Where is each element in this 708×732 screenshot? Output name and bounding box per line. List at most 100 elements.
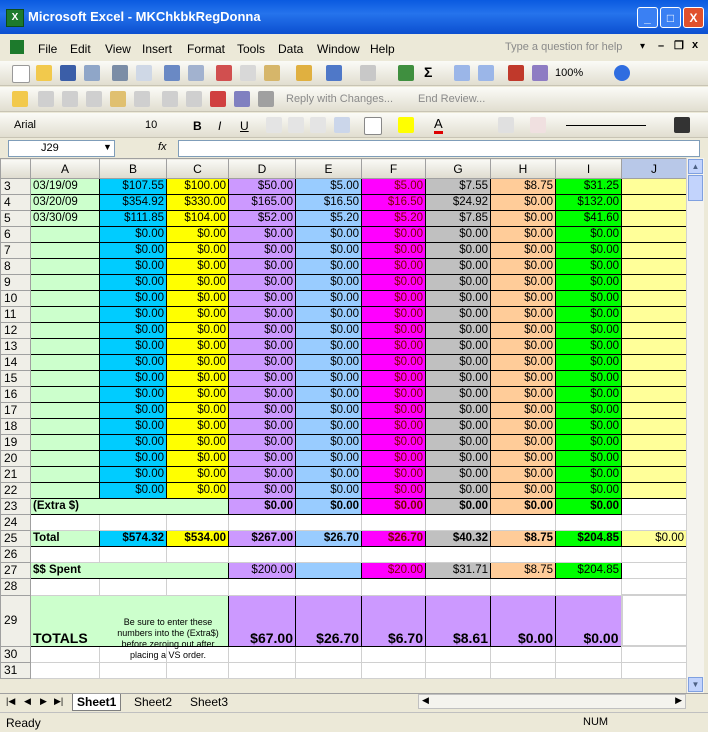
cell-c11[interactable]: $0.00 (166, 306, 229, 323)
cell-e7[interactable]: $0.00 (295, 242, 362, 259)
cell-e12[interactable]: $0.00 (295, 322, 362, 339)
cell-h11[interactable]: $0.00 (490, 306, 556, 323)
cell-e4[interactable]: $16.50 (295, 194, 362, 211)
cell-i16[interactable]: $0.00 (555, 386, 622, 403)
cell-f5[interactable]: $5.20 (361, 210, 426, 227)
cell-d5[interactable]: $52.00 (228, 210, 296, 227)
row-header[interactable]: 3 (0, 178, 31, 195)
cell-d16[interactable]: $0.00 (228, 386, 296, 403)
cell-g20[interactable]: $0.00 (425, 450, 491, 467)
minimize-button[interactable]: _ (637, 7, 658, 28)
cell-e22[interactable]: $0.00 (295, 482, 362, 499)
doc-restore-icon[interactable]: ❐ (674, 39, 684, 52)
cell-g5[interactable]: $7.85 (425, 210, 491, 227)
cell-a19[interactable] (30, 434, 100, 451)
review-icon-10[interactable] (258, 91, 274, 107)
cell-j27[interactable] (621, 562, 687, 579)
cell-a22[interactable] (30, 482, 100, 499)
cell-e3[interactable]: $5.00 (295, 178, 362, 195)
cell-h22[interactable]: $0.00 (490, 482, 556, 499)
menu-file[interactable]: File (38, 42, 57, 56)
cell-d14[interactable]: $0.00 (228, 354, 296, 371)
prev-sheet-icon[interactable]: ◀ (24, 696, 31, 707)
print-preview-icon[interactable] (136, 65, 152, 81)
empty-cell[interactable] (425, 514, 491, 531)
cell-f11[interactable]: $0.00 (361, 306, 426, 323)
zoom-select[interactable]: 100% (555, 67, 583, 79)
empty-cell[interactable] (228, 514, 296, 531)
last-sheet-icon[interactable]: ▶| (54, 696, 63, 707)
horizontal-scrollbar[interactable]: ◀ ▶ (418, 694, 686, 709)
cell-c17[interactable]: $0.00 (166, 402, 229, 419)
cell-b11[interactable]: $0.00 (99, 306, 167, 323)
research-icon[interactable] (188, 65, 204, 81)
spent-cell-f[interactable]: $20.00 (361, 562, 426, 579)
row-header[interactable]: 24 (0, 514, 31, 531)
align-left-icon[interactable] (266, 117, 282, 133)
row-header[interactable]: 23 (0, 498, 31, 515)
row-header[interactable]: 11 (0, 306, 31, 323)
empty-cell[interactable] (166, 578, 229, 596)
cell-f17[interactable]: $0.00 (361, 402, 426, 419)
cell-j22[interactable] (621, 482, 687, 499)
cell-e13[interactable]: $0.00 (295, 338, 362, 355)
align-right-icon[interactable] (310, 117, 326, 133)
spent-cell-e[interactable] (295, 562, 362, 579)
spent-cell-g[interactable]: $31.71 (425, 562, 491, 579)
menu-insert[interactable]: Insert (142, 42, 172, 56)
empty-cell[interactable] (295, 578, 362, 596)
drawing-icon[interactable] (532, 65, 548, 81)
cell-b7[interactable]: $0.00 (99, 242, 167, 259)
cell-h9[interactable]: $0.00 (490, 274, 556, 291)
empty-cell[interactable] (621, 645, 687, 663)
cell-j9[interactable] (621, 274, 687, 291)
empty-cell[interactable] (555, 514, 622, 531)
cell-i17[interactable]: $0.00 (555, 402, 622, 419)
spent-cell-h[interactable]: $8.75 (490, 562, 556, 579)
cell-a11[interactable] (30, 306, 100, 323)
scroll-thumb[interactable] (688, 175, 703, 201)
cell-d9[interactable]: $0.00 (228, 274, 296, 291)
cell-d3[interactable]: $50.00 (228, 178, 296, 195)
cell-h18[interactable]: $0.00 (490, 418, 556, 435)
cell-d17[interactable]: $0.00 (228, 402, 296, 419)
cell-b4[interactable]: $354.92 (99, 194, 167, 211)
cell-d8[interactable]: $0.00 (228, 258, 296, 275)
borders-icon[interactable] (364, 117, 382, 135)
cell-f21[interactable]: $0.00 (361, 466, 426, 483)
underline-button[interactable]: U (240, 119, 249, 133)
empty-cell[interactable] (99, 578, 167, 596)
cell-h17[interactable]: $0.00 (490, 402, 556, 419)
cell-g17[interactable]: $0.00 (425, 402, 491, 419)
extra-cell-d[interactable]: $0.00 (228, 498, 296, 515)
review-icon-7[interactable] (186, 91, 202, 107)
cell-b5[interactable]: $111.85 (99, 210, 167, 227)
cell-e6[interactable]: $0.00 (295, 226, 362, 243)
total-cell-g[interactable]: $40.32 (425, 530, 491, 547)
cell-d13[interactable]: $0.00 (228, 338, 296, 355)
empty-cell[interactable] (295, 662, 362, 679)
cell-e15[interactable]: $0.00 (295, 370, 362, 387)
row-header[interactable]: 14 (0, 354, 31, 371)
column-header-b[interactable]: B (99, 158, 167, 179)
row-header[interactable]: 13 (0, 338, 31, 355)
help-search-input[interactable]: Type a question for help (505, 41, 622, 53)
cell-g13[interactable]: $0.00 (425, 338, 491, 355)
cell-b12[interactable]: $0.00 (99, 322, 167, 339)
chart-wizard-icon[interactable] (508, 65, 524, 81)
cell-j17[interactable] (621, 402, 687, 419)
cell-b18[interactable]: $0.00 (99, 418, 167, 435)
cell-c20[interactable]: $0.00 (166, 450, 229, 467)
cell-j4[interactable] (621, 194, 687, 211)
cell-h14[interactable]: $0.00 (490, 354, 556, 371)
tab-sheet2[interactable]: Sheet2 (130, 694, 176, 710)
cell-e14[interactable]: $0.00 (295, 354, 362, 371)
row-header[interactable]: 25 (0, 530, 31, 547)
end-review-button[interactable]: End Review... (418, 93, 485, 105)
row-header[interactable]: 12 (0, 322, 31, 339)
empty-cell[interactable] (621, 578, 687, 596)
spent-cell-d[interactable]: $200.00 (228, 562, 296, 579)
cell-j10[interactable] (621, 290, 687, 307)
menu-format[interactable]: Format (187, 42, 225, 56)
cell-e17[interactable]: $0.00 (295, 402, 362, 419)
